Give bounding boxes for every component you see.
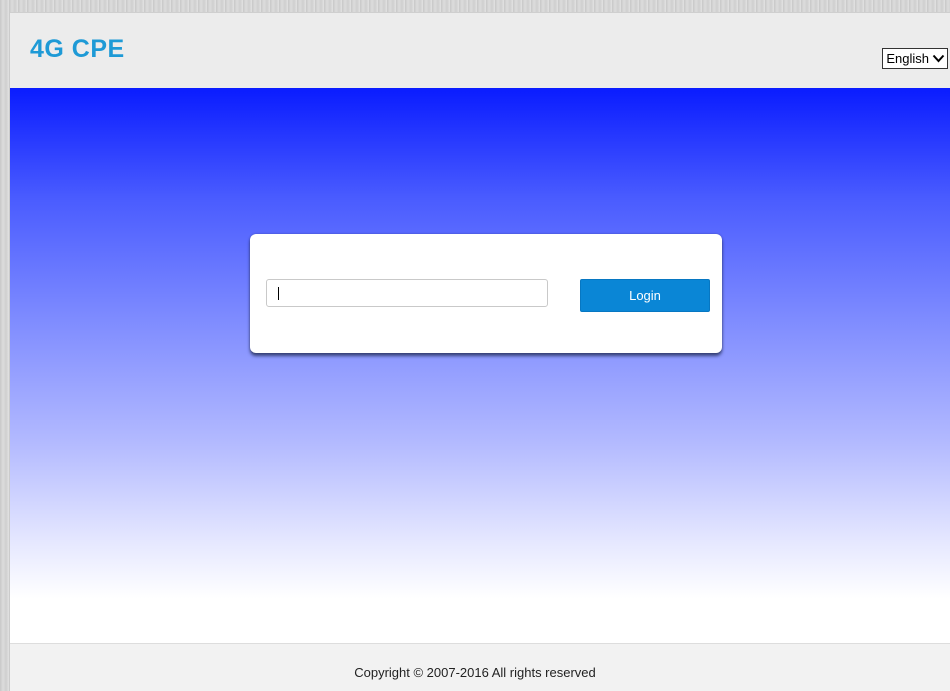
brand-logo: 4G CPE <box>30 35 125 63</box>
language-selected-value: English <box>886 51 929 66</box>
language-select[interactable]: English <box>882 48 948 69</box>
copyright-text: Copyright © 2007-2016 All rights reserve… <box>354 665 596 680</box>
password-input[interactable] <box>266 279 548 307</box>
login-hero-area: Login <box>10 88 950 643</box>
chevron-down-icon <box>932 54 945 63</box>
footer: Copyright © 2007-2016 All rights reserve… <box>10 643 950 691</box>
header-bar: 4G CPE English <box>10 12 950 89</box>
text-cursor <box>278 287 279 300</box>
login-card: Login <box>250 234 722 353</box>
login-button[interactable]: Login <box>580 279 710 312</box>
router-login-page: 4G CPE English Login Copyright © 2007-20… <box>10 12 950 691</box>
